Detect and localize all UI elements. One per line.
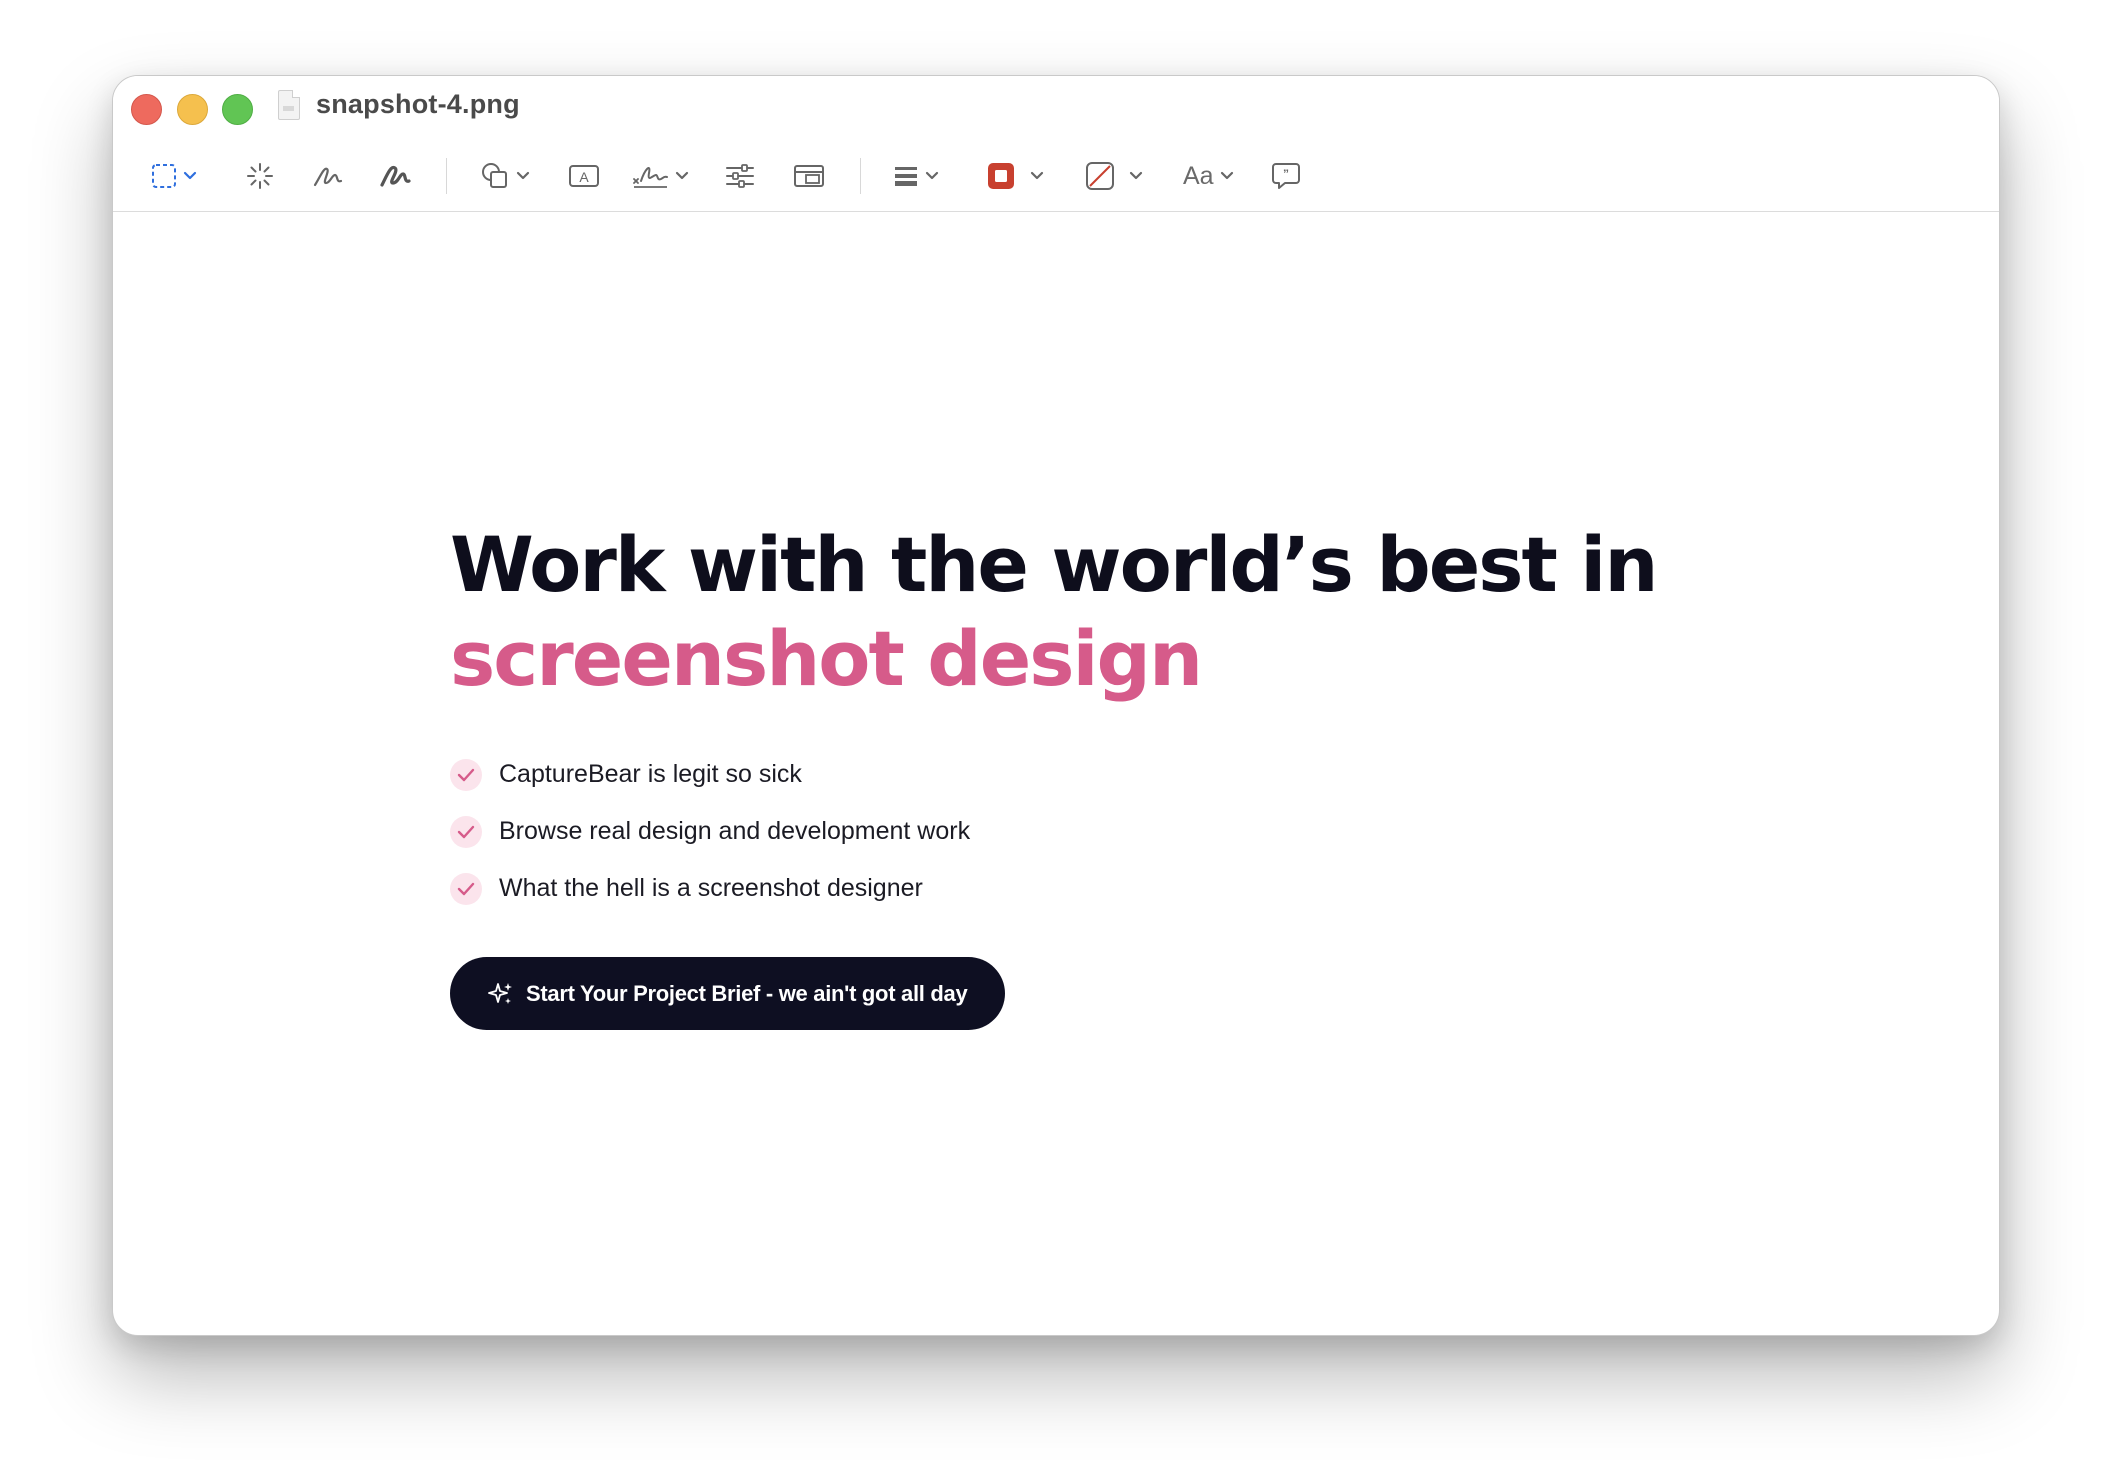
note-icon: ” bbox=[1272, 163, 1300, 189]
adjust-size-icon bbox=[794, 165, 824, 187]
headline-accent: screenshot design bbox=[450, 614, 1203, 703]
shapes-tool[interactable] bbox=[480, 160, 530, 192]
fill-color-icon bbox=[1086, 162, 1114, 190]
instant-alpha-icon bbox=[247, 163, 273, 189]
note-tool[interactable]: ” bbox=[1271, 160, 1301, 192]
text-box-tool[interactable]: A bbox=[568, 160, 600, 192]
border-color-tool[interactable] bbox=[986, 160, 1044, 192]
minimize-window-button[interactable] bbox=[177, 94, 208, 125]
markup-toolbar: A Aa ” bbox=[113, 156, 1999, 196]
chevron-down-icon bbox=[1220, 171, 1233, 180]
list-item: CaptureBear is legit so sick bbox=[450, 746, 1656, 803]
chevron-down-icon bbox=[516, 171, 530, 180]
signature-icon bbox=[633, 166, 668, 188]
check-icon bbox=[450, 872, 482, 905]
sketch-icon bbox=[313, 167, 343, 187]
chevron-down-icon bbox=[183, 171, 197, 180]
check-icon bbox=[450, 815, 482, 848]
start-project-brief-button[interactable]: Start Your Project Brief - we ain't got … bbox=[450, 957, 1006, 1030]
shape-style-tool[interactable] bbox=[893, 160, 939, 192]
svg-text:A: A bbox=[579, 169, 589, 185]
draw-tool[interactable] bbox=[379, 160, 411, 192]
list-item: Browse real design and development work bbox=[450, 803, 1656, 860]
feature-text: CaptureBear is legit so sick bbox=[499, 760, 802, 788]
border-color-icon bbox=[988, 163, 1014, 189]
rect-selection-icon bbox=[152, 164, 176, 188]
zoom-window-button[interactable] bbox=[222, 94, 253, 125]
page-headline: Work with the world’s best in screenshot… bbox=[450, 518, 1658, 706]
list-item: What the hell is a screenshot designer bbox=[450, 860, 1656, 917]
fill-color-tool[interactable] bbox=[1085, 160, 1143, 192]
chevron-down-icon bbox=[925, 171, 939, 180]
feature-list: CaptureBear is legit so sick Browse real… bbox=[450, 746, 1656, 917]
rect-selection-tool[interactable] bbox=[151, 160, 197, 192]
chevron-down-icon bbox=[1030, 171, 1044, 180]
text-box-icon: A bbox=[569, 165, 599, 187]
preview-window: snapshot-4.png A Aa ” Work with the worl… bbox=[112, 75, 2000, 1336]
chevron-down-icon bbox=[675, 171, 689, 180]
check-icon bbox=[450, 758, 482, 791]
svg-text:”: ” bbox=[1283, 167, 1289, 181]
text-style-tool[interactable]: Aa bbox=[1183, 160, 1234, 192]
headline-line1: Work with the world’s best in bbox=[450, 520, 1658, 609]
document-icon[interactable] bbox=[278, 90, 300, 120]
sparkle-icon bbox=[488, 981, 514, 1007]
window-title[interactable]: snapshot-4.png bbox=[316, 89, 520, 120]
shapes-icon bbox=[482, 163, 507, 188]
hero-section: Work with the world’s best in screenshot… bbox=[450, 518, 1658, 1030]
instant-alpha-tool[interactable] bbox=[245, 160, 275, 192]
sketch-tool[interactable] bbox=[312, 160, 344, 192]
feature-text: Browse real design and development work bbox=[499, 817, 971, 845]
shape-style-icon bbox=[895, 167, 917, 186]
adjust-color-tool[interactable] bbox=[725, 160, 755, 192]
text-style-icon: Aa bbox=[1183, 162, 1214, 190]
close-window-button[interactable] bbox=[131, 94, 162, 125]
feature-text: What the hell is a screenshot designer bbox=[499, 874, 923, 902]
adjust-color-icon bbox=[726, 164, 754, 188]
signature-tool[interactable] bbox=[631, 160, 689, 192]
image-canvas: Work with the world’s best in screenshot… bbox=[113, 212, 1999, 1335]
toolbar-divider bbox=[860, 158, 861, 194]
chevron-down-icon bbox=[1129, 171, 1143, 180]
cta-label: Start Your Project Brief - we ain't got … bbox=[526, 980, 968, 1006]
adjust-size-tool[interactable] bbox=[793, 160, 825, 192]
draw-icon bbox=[380, 165, 411, 187]
toolbar-divider bbox=[446, 158, 447, 194]
title-bar: snapshot-4.png A Aa ” bbox=[113, 76, 1999, 212]
